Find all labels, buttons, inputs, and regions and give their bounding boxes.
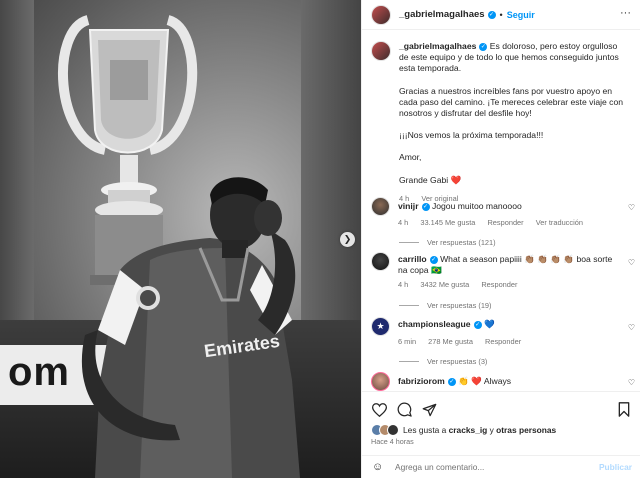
replies-label: Ver respuestas (121) [427, 238, 496, 248]
heart-icon[interactable]: ♡ [628, 323, 635, 332]
comment-likes[interactable]: 3432 Me gusta [420, 280, 469, 289]
comment-time[interactable]: 4 h [398, 280, 408, 289]
verified-icon: ✓ [447, 377, 456, 386]
author-avatar[interactable] [371, 4, 391, 25]
comment-body: vinijr ✓ Jogou muitoo manoooo 4 h 33.145 … [398, 197, 616, 228]
caption-p5: Grande Gabi ❤️ [399, 174, 462, 185]
comment-likes[interactable]: 33.145 Me gusta [420, 218, 475, 227]
next-photo-button[interactable]: ❯ [340, 232, 355, 247]
comment-username[interactable]: vinijr [398, 201, 419, 211]
caption-username[interactable]: _gabrielmagalhaes [399, 41, 476, 51]
comment-meta: 4 h 3432 Me gusta Responder [398, 279, 616, 290]
caption-p4: Amor, [399, 152, 422, 163]
comment-time[interactable]: 4 h [398, 218, 408, 227]
header-separator: • [499, 9, 503, 20]
post-header: _gabrielmagalhaes ✓ • Seguir ··· [362, 0, 640, 30]
replies-label: Ver respuestas (19) [427, 300, 492, 310]
commenter-avatar[interactable] [371, 197, 390, 216]
follow-button[interactable]: Seguir [507, 10, 535, 20]
share-icon [422, 403, 437, 416]
comment-item: ★ championsleague ✓ 💙 6 min 278 Me gusta … [371, 317, 635, 366]
action-icons [371, 401, 438, 418]
commenter-avatar[interactable] [371, 252, 390, 271]
comment-reply-button[interactable]: Responder [485, 337, 521, 346]
caption-avatar[interactable] [371, 41, 391, 61]
likes-prefix: Les gusta a [403, 425, 447, 435]
verified-icon: ✓ [479, 42, 488, 51]
add-comment-bar: ☺ Publicar [362, 455, 640, 478]
chevron-right-icon: ❯ [343, 234, 352, 244]
comment-button[interactable] [396, 401, 413, 418]
comment-item: vinijr ✓ Jogou muitoo manoooo 4 h 33.145 … [371, 197, 635, 247]
likes-mid: y [489, 425, 494, 435]
comment-icon [397, 402, 412, 417]
heart-icon[interactable]: ♡ [628, 378, 635, 387]
comment-reply-button[interactable]: Responder [481, 280, 517, 289]
commenter-avatar[interactable] [371, 372, 390, 391]
view-replies-button[interactable]: Ver respuestas (121) [399, 238, 633, 247]
post-photo[interactable]: om Emirates ❯ [0, 0, 361, 478]
post-caption: _gabrielmagalhaes ✓ Es doloroso, pero est… [371, 41, 633, 204]
caption-p3: ¡¡¡Nos vemos la próxima temporada!!! [399, 130, 544, 141]
like-button[interactable] [371, 401, 388, 418]
comment-username[interactable]: fabriziorom [398, 376, 445, 386]
likes-user[interactable]: cracks_ig [449, 425, 488, 435]
comment-body: carrillo ✓ What a season papiiii 👏🏽 👏🏽 👏🏽… [398, 252, 616, 291]
comment-meta: 6 min 278 Me gusta Responder [398, 336, 616, 347]
comment-likes[interactable]: 278 Me gusta [428, 337, 473, 346]
post-actions: Les gusta a cracks_ig y otras personas H… [362, 391, 640, 446]
verified-icon: ✓ [487, 10, 496, 19]
comment-input[interactable] [395, 462, 590, 472]
comment-body: fabriziorom ✓ 👏 ❤️ Always [398, 372, 616, 391]
verified-icon: ✓ [429, 255, 438, 264]
heart-icon[interactable]: ♡ [628, 203, 635, 212]
view-replies-button[interactable]: Ver respuestas (19) [399, 301, 633, 310]
comments-list[interactable]: _gabrielmagalhaes ✓ Es doloroso, pero est… [362, 31, 640, 391]
view-replies-button[interactable]: Ver respuestas (3) [399, 357, 633, 366]
likes-others[interactable]: otras personas [496, 425, 556, 435]
replies-label: Ver respuestas (3) [427, 357, 488, 367]
player-figure [81, 177, 300, 478]
save-button[interactable] [615, 401, 632, 418]
comment-item: fabriziorom ✓ 👏 ❤️ Always ♡ [371, 372, 635, 391]
bookmark-icon [618, 402, 629, 417]
heart-icon [372, 402, 387, 417]
comment-username[interactable]: carrillo [398, 254, 427, 264]
instagram-post: om Emirates ❯ _gabrielmagalhaes ✓ • Segu… [0, 0, 640, 478]
comment-text: 💙 [483, 319, 495, 329]
comment-body: championsleague ✓ 💙 6 min 278 Me gusta Re… [398, 317, 616, 347]
replies-line [399, 361, 419, 363]
liker-avatars [371, 424, 399, 436]
caption-p2: Gracias a nuestros increíbles fans por v… [399, 85, 624, 119]
replies-line [399, 242, 419, 244]
comment-item: carrillo ✓ What a season papiiii 👏🏽 👏🏽 👏🏽… [371, 252, 635, 310]
commenter-avatar[interactable]: ★ [371, 317, 390, 336]
verified-icon: ✓ [473, 320, 482, 329]
comment-translate-link[interactable]: Ver traducción [536, 218, 583, 227]
comment-text: 👏 ❤️ Always [458, 376, 512, 386]
emoji-icon[interactable]: ☺ [372, 461, 386, 473]
share-button[interactable] [421, 401, 438, 418]
caption-body: _gabrielmagalhaes ✓ Es doloroso, pero est… [399, 41, 629, 204]
comment-time[interactable]: 6 min [398, 337, 416, 346]
more-icon[interactable]: ··· [620, 8, 631, 19]
verified-icon: ✓ [421, 202, 430, 211]
comment-username[interactable]: championsleague [398, 319, 471, 329]
heart-icon[interactable]: ♡ [628, 258, 635, 267]
likes-summary[interactable]: Les gusta a cracks_ig y otras personas [371, 424, 556, 436]
comment-text: Jogou muitoo manoooo [431, 201, 522, 211]
post-time-ago[interactable]: Hace 4 horas [371, 437, 414, 446]
publish-button[interactable]: Publicar [599, 462, 632, 472]
post-side-panel: _gabrielmagalhaes ✓ • Seguir ··· _gabrie… [361, 0, 640, 478]
comment-meta: 4 h 33.145 Me gusta Responder Ver traduc… [398, 217, 616, 228]
author-username[interactable]: _gabrielmagalhaes [399, 9, 485, 20]
replies-line [399, 304, 419, 306]
comment-reply-button[interactable]: Responder [487, 218, 523, 227]
